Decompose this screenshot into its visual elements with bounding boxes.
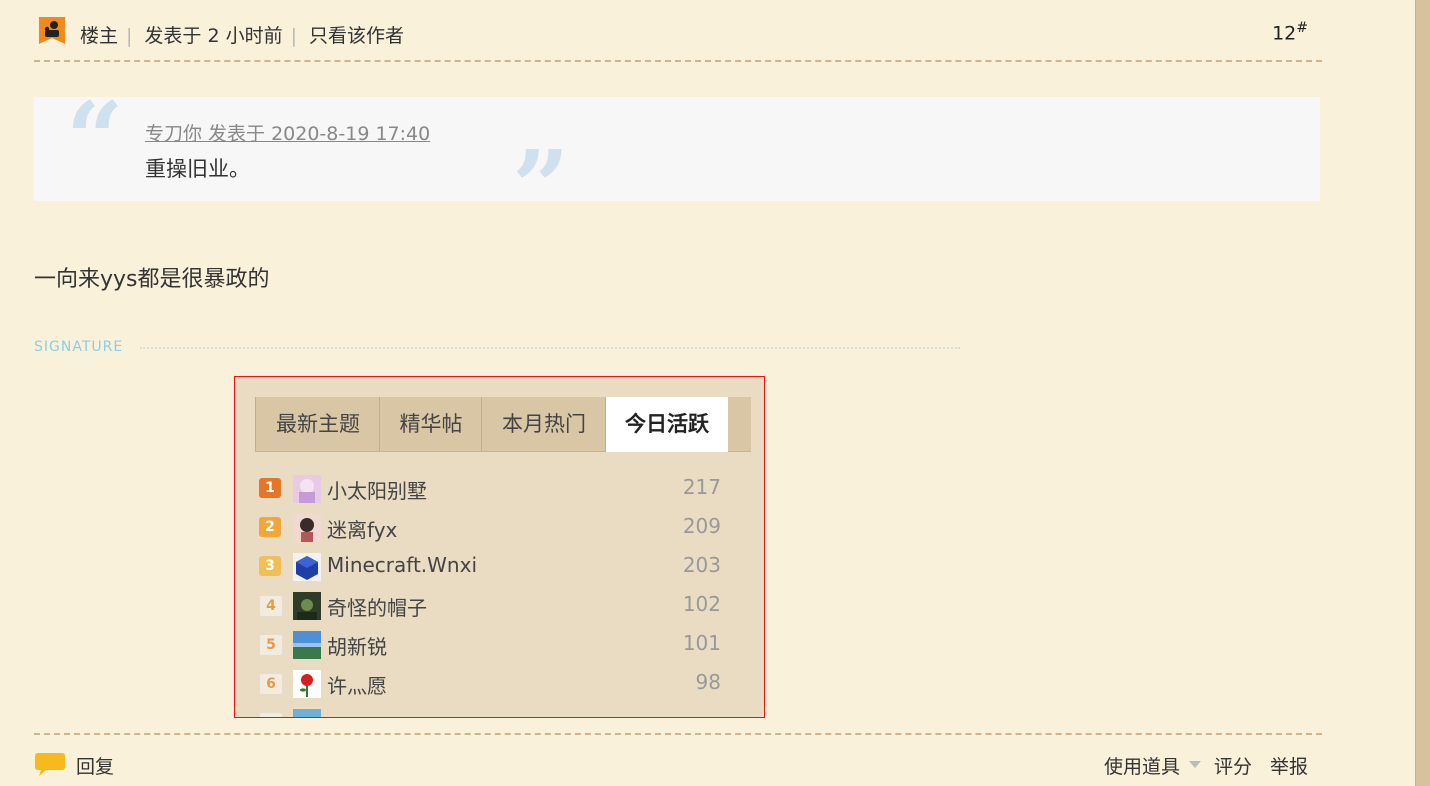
floor-number[interactable]: 12#	[1272, 20, 1308, 44]
list-item: 4 奇怪的帽子 102	[257, 590, 727, 624]
tab-today-active[interactable]: 今日活跃	[605, 397, 728, 452]
activity-count: 209	[682, 514, 721, 538]
avatar	[293, 631, 321, 659]
list-item: 3 Minecraft.Wnxi 203	[257, 551, 727, 585]
floor-number-value: 12	[1272, 22, 1297, 45]
tab-monthly-hot[interactable]: 本月热门	[481, 397, 606, 451]
post-actions: 回复 使用道具 评分 举报	[34, 748, 1314, 782]
owner-badge-icon	[38, 16, 66, 48]
open-quote-icon: “	[66, 80, 124, 198]
quote-author-link[interactable]: 专刀你 发表于 2020-8-19 17:40	[145, 119, 430, 146]
rate-button[interactable]: 评分	[1214, 752, 1252, 779]
activity-count: 102	[682, 592, 721, 616]
signature-divider	[140, 347, 960, 349]
avatar	[293, 592, 321, 620]
use-tool-menu[interactable]: 使用道具	[1104, 752, 1180, 779]
user-name: 迷离fyx	[327, 518, 398, 542]
owner-label: 楼主	[80, 25, 119, 47]
report-button[interactable]: 举报	[1270, 752, 1308, 779]
chevron-down-icon[interactable]	[1189, 761, 1201, 768]
reply-button[interactable]: 回复	[76, 752, 114, 779]
only-author-link[interactable]: 只看该作者	[309, 25, 404, 47]
header-divider	[34, 60, 1322, 62]
list-item: 6 许灬愿 98	[257, 668, 727, 702]
post-meta: 楼主 | 发表于 2 小时前 | 只看该作者	[80, 25, 405, 47]
signature-label: SIGNATURE	[34, 339, 124, 355]
user-name: Minecraft.Wnxi	[327, 553, 477, 577]
list-item: 1 小太阳别墅 217	[257, 473, 727, 507]
close-quote-icon: ”	[512, 128, 570, 246]
rank-badge: 3	[259, 556, 281, 576]
right-rail	[1415, 0, 1430, 786]
list-item: 5 胡新锐 101	[257, 629, 727, 663]
user-name: 小太阳别墅	[327, 479, 427, 503]
footer-divider	[34, 733, 1322, 735]
avatar	[293, 553, 321, 581]
avatar	[293, 475, 321, 503]
user-name: 胡新锐	[327, 635, 387, 659]
rank-badge: 2	[259, 517, 281, 537]
user-name: 许灬愿	[327, 674, 387, 698]
post-time: 发表于 2 小时前	[144, 25, 283, 47]
activity-count: 203	[682, 553, 721, 577]
avatar	[293, 670, 321, 698]
signature-image: 最新主题 精华帖 本月热门 今日活跃 1 小太阳别墅 217 2 迷离fyx 2…	[234, 376, 765, 718]
tab-featured[interactable]: 精华帖	[379, 397, 482, 451]
tab-latest-topics[interactable]: 最新主题	[255, 397, 380, 451]
rank-badge: 1	[259, 478, 281, 498]
avatar	[293, 514, 321, 542]
quote-text: 重操旧业。	[145, 157, 250, 181]
activity-count: 217	[682, 475, 721, 499]
floor-mark: #	[1296, 20, 1308, 36]
avatar	[293, 709, 321, 717]
signature-tabs: 最新主题 精华帖 本月热门 今日活跃	[255, 397, 751, 452]
post-header: 楼主 | 发表于 2 小时前 | 只看该作者 12#	[38, 16, 1322, 50]
rank-badge: 5	[259, 634, 283, 656]
rank-badge: 4	[259, 595, 283, 617]
list-item	[257, 707, 727, 717]
post-content: 一向来yys都是很暴政的	[34, 267, 270, 292]
list-item: 2 迷离fyx 209	[257, 512, 727, 546]
rank-badge	[259, 712, 283, 717]
quote-block: “ 专刀你 发表于 2020-8-19 17:40 重操旧业。 ”	[34, 89, 1320, 237]
rank-badge: 6	[259, 673, 283, 695]
activity-count: 98	[695, 670, 721, 694]
reply-icon[interactable]	[34, 751, 66, 777]
user-name: 奇怪的帽子	[327, 596, 427, 620]
activity-count: 101	[682, 631, 721, 655]
